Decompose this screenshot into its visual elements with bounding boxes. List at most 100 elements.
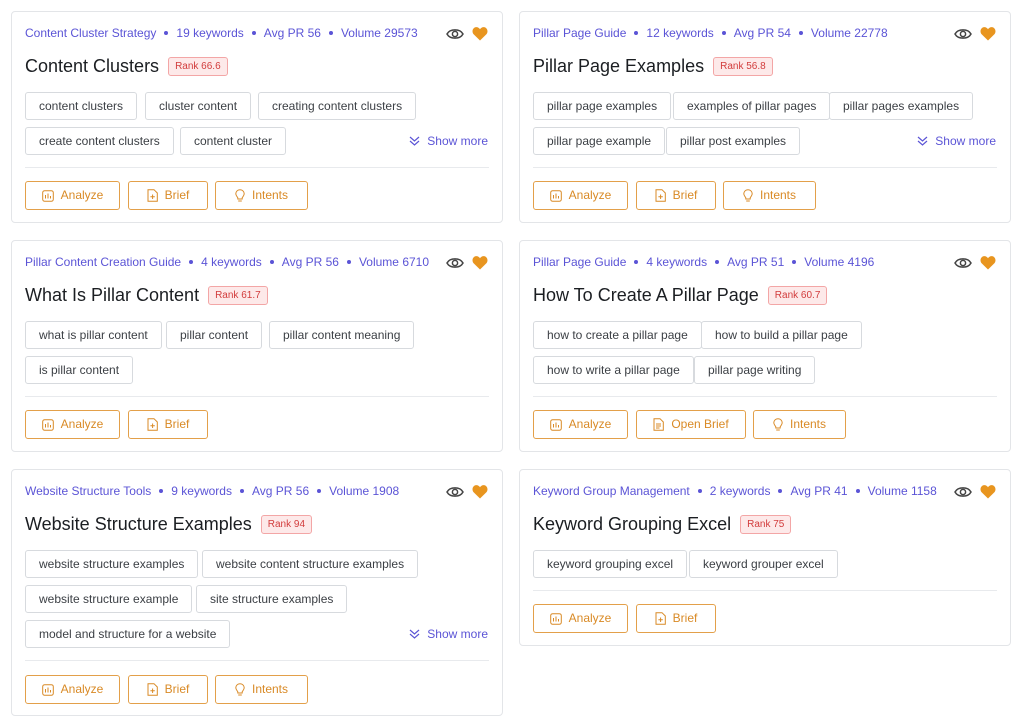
- analyze-button[interactable]: Analyze: [533, 181, 628, 210]
- keyword-tag[interactable]: is pillar content: [25, 356, 134, 384]
- keyword-tag[interactable]: content clusters: [25, 92, 138, 120]
- brief-button[interactable]: Brief: [636, 604, 716, 633]
- keyword-tag[interactable]: keyword grouper excel: [689, 550, 838, 578]
- heart-icon[interactable]: [472, 255, 488, 270]
- keyword-tag[interactable]: creating content clusters: [258, 92, 417, 120]
- card-meta: Pillar Page Guide 12 keywords Avg PR 54 …: [533, 26, 888, 40]
- brief-button[interactable]: Brief: [128, 675, 208, 704]
- brief-label: Brief: [164, 188, 190, 202]
- show-more-label: Show more: [427, 134, 488, 148]
- keyword-tag[interactable]: create content clusters: [25, 127, 174, 155]
- analyze-button[interactable]: Analyze: [533, 410, 628, 439]
- divider: [533, 590, 997, 591]
- card-title-row: Keyword Grouping Excel Rank 75: [533, 514, 792, 535]
- keyword-tag[interactable]: website structure example: [25, 585, 193, 613]
- category-link[interactable]: Website Structure Tools: [25, 484, 151, 498]
- card-meta: Website Structure Tools 9 keywords Avg P…: [25, 484, 399, 498]
- show-more-button[interactable]: Show more: [917, 134, 996, 148]
- keyword-tag[interactable]: website content structure examples: [202, 550, 419, 578]
- keyword-tag[interactable]: how to create a pillar page: [533, 321, 702, 349]
- keyword-tag[interactable]: pillar page examples: [533, 92, 672, 120]
- avg-pr: Avg PR 51: [727, 255, 785, 269]
- doc-plus-icon: [147, 418, 158, 431]
- eye-icon[interactable]: [446, 27, 464, 41]
- category-link[interactable]: Pillar Page Guide: [533, 255, 626, 269]
- card-title-row: What Is Pillar Content Rank 61.7: [25, 285, 268, 306]
- heart-icon[interactable]: [980, 255, 996, 270]
- keyword-tag[interactable]: pillar page writing: [694, 356, 816, 384]
- keyword-tag[interactable]: site structure examples: [196, 585, 348, 613]
- card-title[interactable]: Pillar Page Examples: [533, 56, 704, 77]
- open-brief-label: Open Brief: [671, 417, 729, 431]
- category-link[interactable]: Keyword Group Management: [533, 484, 690, 498]
- divider: [533, 396, 997, 397]
- analyze-button[interactable]: Analyze: [25, 181, 120, 210]
- keyword-tag[interactable]: content cluster: [180, 127, 287, 155]
- keyword-tag[interactable]: cluster content: [145, 92, 252, 120]
- category-link[interactable]: Pillar Page Guide: [533, 26, 626, 40]
- card-title[interactable]: Keyword Grouping Excel: [533, 514, 731, 535]
- intents-label: Intents: [251, 682, 289, 696]
- analyze-button[interactable]: Analyze: [25, 410, 120, 439]
- keyword-tag[interactable]: pillar content: [166, 321, 263, 349]
- eye-icon[interactable]: [954, 27, 972, 41]
- eye-icon[interactable]: [446, 256, 464, 270]
- brief-button[interactable]: Brief: [128, 410, 208, 439]
- show-more-label: Show more: [427, 627, 488, 641]
- volume: Volume 22778: [810, 26, 888, 40]
- keyword-tag[interactable]: website structure examples: [25, 550, 199, 578]
- volume: Volume 1908: [329, 484, 400, 498]
- keyword-tag[interactable]: pillar post examples: [666, 127, 801, 155]
- keyword-tag[interactable]: pillar pages examples: [829, 92, 974, 120]
- category-link[interactable]: Pillar Content Creation Guide: [25, 255, 181, 269]
- keyword-tag[interactable]: how to write a pillar page: [533, 356, 694, 384]
- keyword-tag[interactable]: keyword grouping excel: [533, 550, 688, 578]
- keyword-tag[interactable]: model and structure for a website: [25, 620, 231, 648]
- show-more-button[interactable]: Show more: [409, 627, 488, 641]
- intents-button[interactable]: Intents: [723, 181, 816, 210]
- open-brief-button[interactable]: Open Brief: [636, 410, 746, 439]
- heart-icon[interactable]: [472, 484, 488, 499]
- card-title[interactable]: Content Clusters: [25, 56, 159, 77]
- cluster-card: Pillar Page Guide 4 keywords Avg PR 51 V…: [519, 240, 1011, 452]
- keyword-tag[interactable]: how to build a pillar page: [701, 321, 862, 349]
- analyze-button[interactable]: Analyze: [533, 604, 628, 633]
- brief-button[interactable]: Brief: [128, 181, 208, 210]
- avg-pr: Avg PR 41: [790, 484, 848, 498]
- card-title[interactable]: What Is Pillar Content: [25, 285, 199, 306]
- brief-label: Brief: [672, 188, 698, 202]
- card-title[interactable]: How To Create A Pillar Page: [533, 285, 759, 306]
- analyze-button[interactable]: Analyze: [25, 675, 120, 704]
- chart-icon: [41, 683, 54, 696]
- show-more-label: Show more: [935, 134, 996, 148]
- brief-label: Brief: [164, 417, 190, 431]
- intents-button[interactable]: Intents: [215, 675, 308, 704]
- volume: Volume 1158: [867, 484, 937, 498]
- keyword-count: 19 keywords: [176, 26, 244, 40]
- document-icon: [653, 418, 665, 431]
- eye-icon[interactable]: [954, 485, 972, 499]
- show-more-button[interactable]: Show more: [409, 134, 488, 148]
- keyword-tag[interactable]: pillar page example: [533, 127, 666, 155]
- card-meta: Pillar Content Creation Guide 4 keywords…: [25, 255, 429, 269]
- divider: [25, 396, 489, 397]
- lightbulb-icon: [743, 189, 753, 202]
- card-title-row: How To Create A Pillar Page Rank 60.7: [533, 285, 828, 306]
- rank-badge: Rank 66.6: [168, 57, 228, 76]
- heart-icon[interactable]: [980, 26, 996, 41]
- heart-icon[interactable]: [980, 484, 996, 499]
- chevrons-down-icon: [409, 629, 420, 639]
- intents-button[interactable]: Intents: [215, 181, 308, 210]
- heart-icon[interactable]: [472, 26, 488, 41]
- eye-icon[interactable]: [446, 485, 464, 499]
- category-link[interactable]: Content Cluster Strategy: [25, 26, 156, 40]
- intents-button[interactable]: Intents: [753, 410, 846, 439]
- keyword-tag[interactable]: examples of pillar pages: [673, 92, 831, 120]
- eye-icon[interactable]: [954, 256, 972, 270]
- analyze-label: Analyze: [568, 611, 612, 625]
- brief-button[interactable]: Brief: [636, 181, 716, 210]
- analyze-label: Analyze: [60, 417, 104, 431]
- keyword-tag[interactable]: what is pillar content: [25, 321, 162, 349]
- keyword-tag[interactable]: pillar content meaning: [269, 321, 415, 349]
- card-title[interactable]: Website Structure Examples: [25, 514, 252, 535]
